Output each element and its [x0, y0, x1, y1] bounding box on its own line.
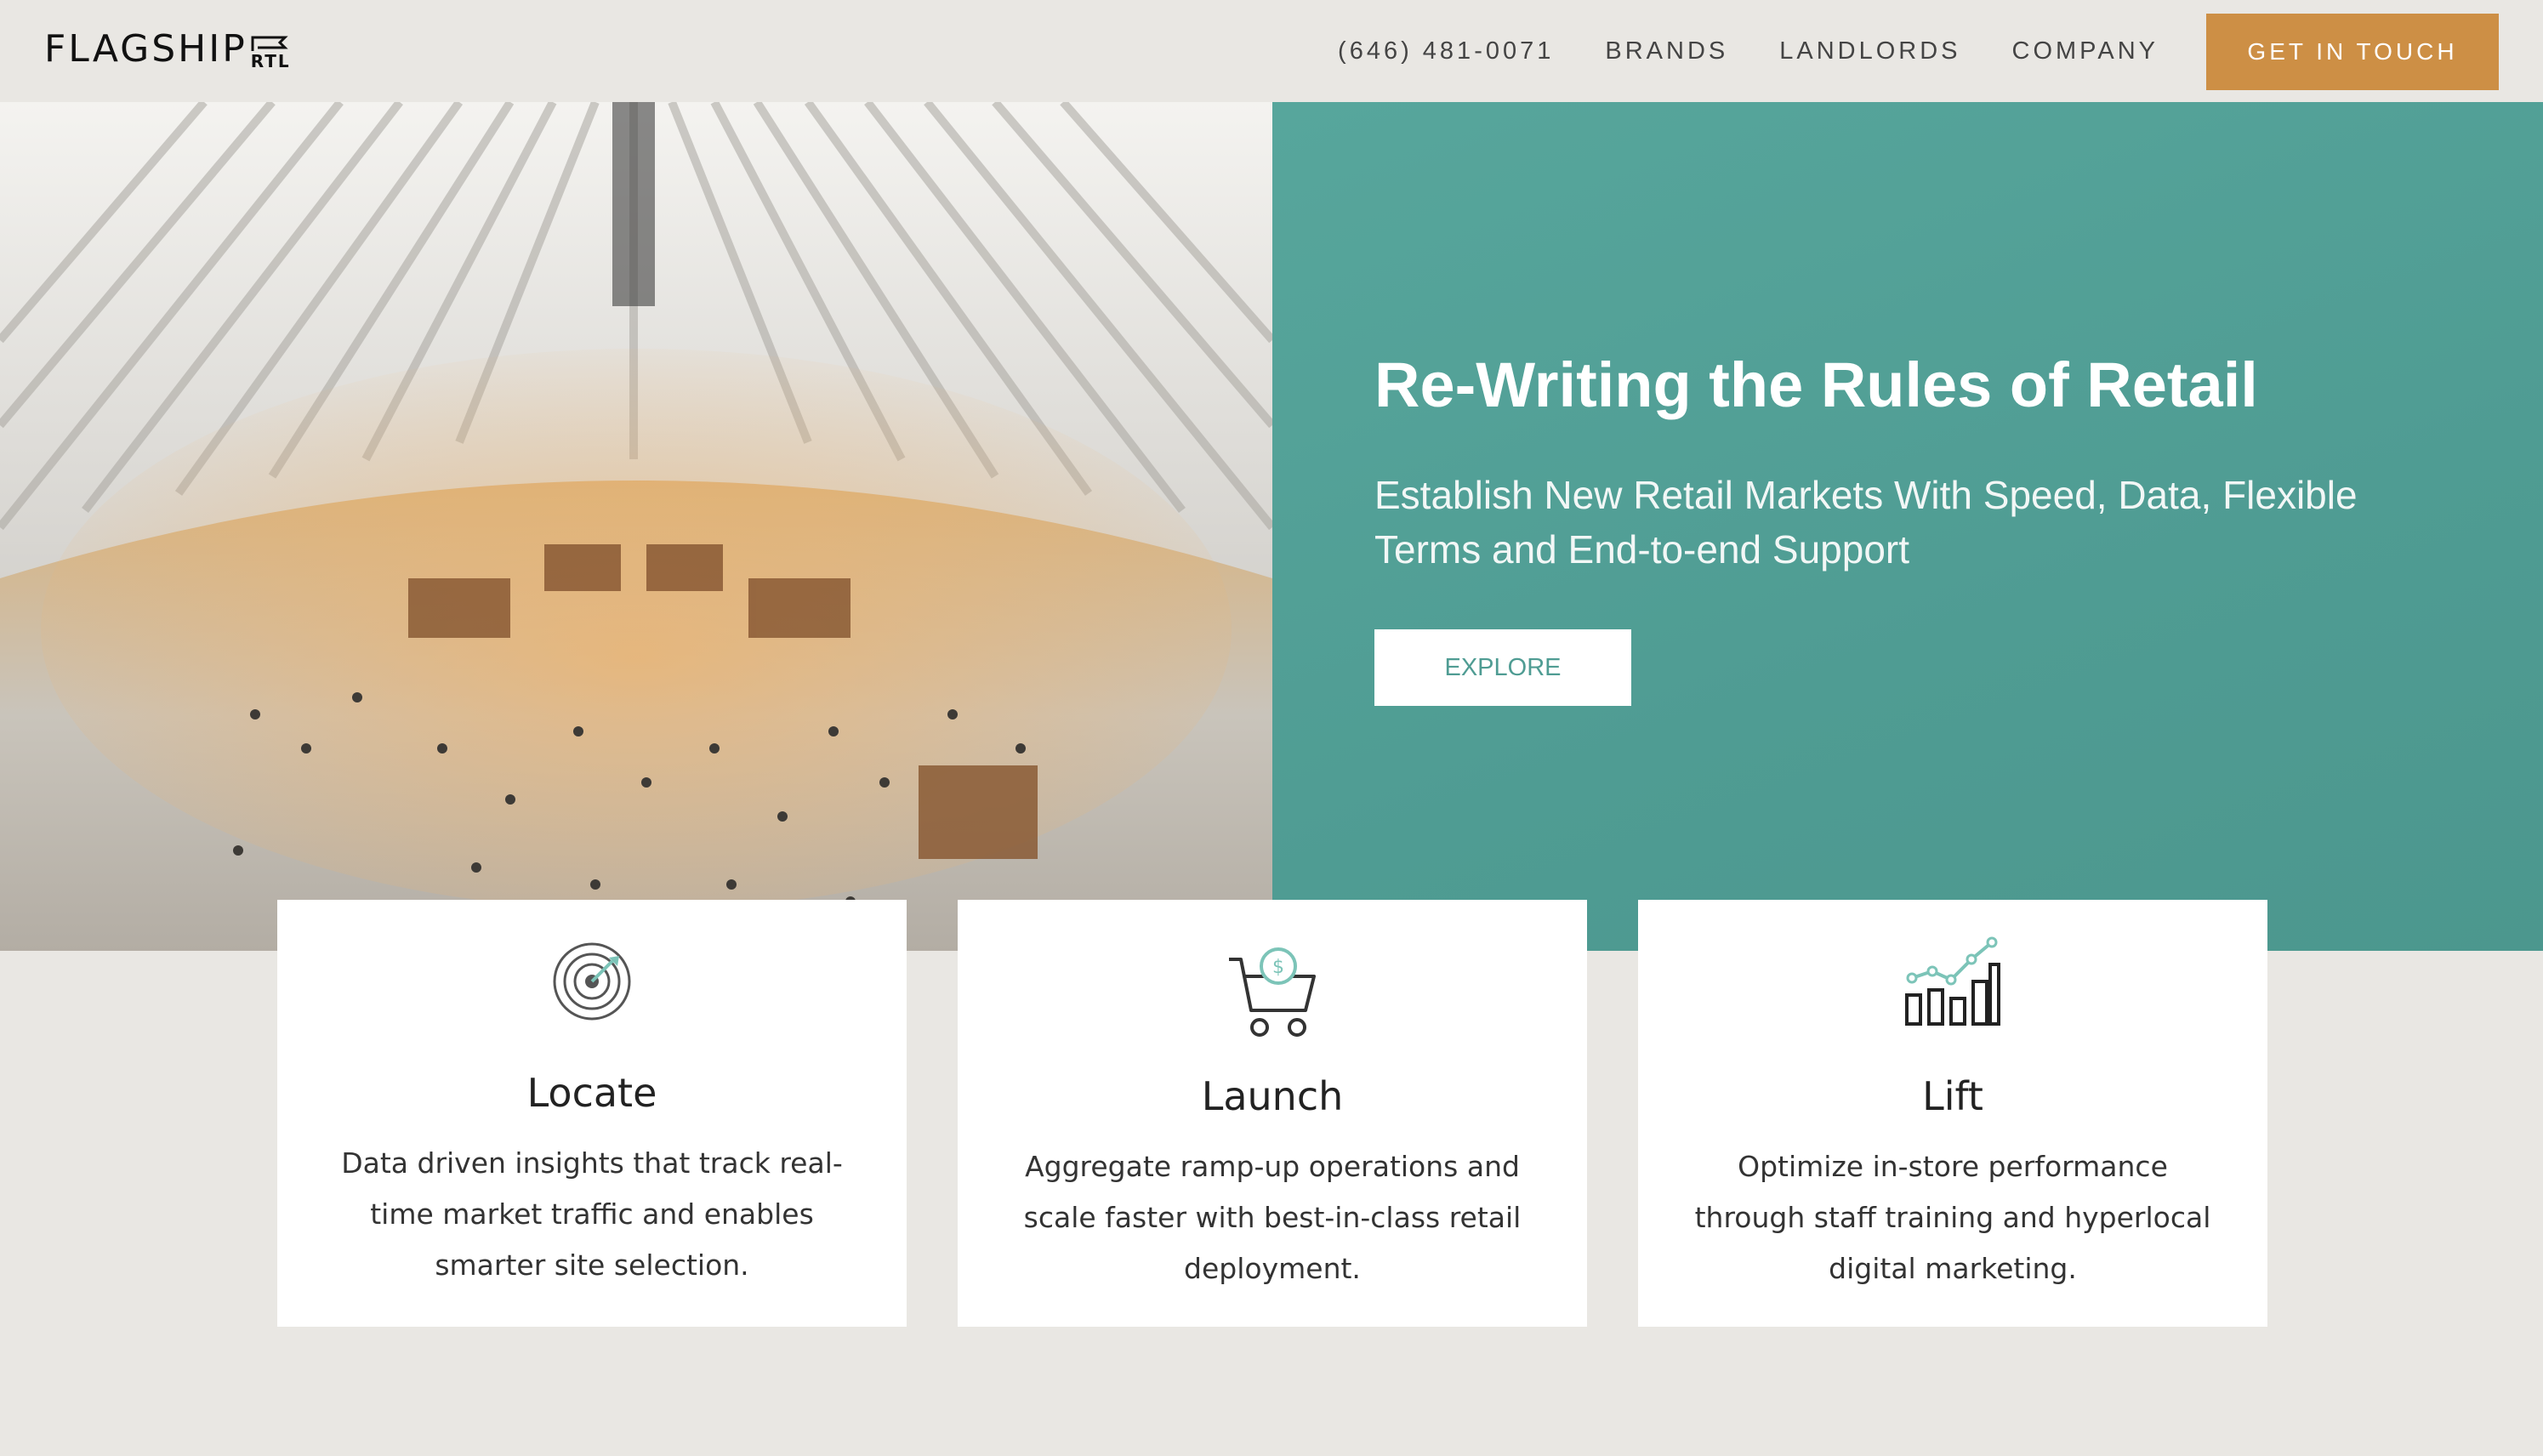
nav-brands-link[interactable]: BRANDS [1605, 37, 1728, 65]
logo[interactable]: FLAGSHIP RTL [44, 24, 291, 75]
nav-company-link[interactable]: COMPANY [2012, 37, 2159, 65]
hero-panel: Re-Writing the Rules of Retail Establish… [1272, 102, 2543, 951]
card-text: Aggregate ramp-up operations and scale f… [1023, 1150, 1522, 1285]
card-title: Lift [1922, 1073, 1983, 1119]
logo-text: FLAGSHIP [44, 27, 247, 71]
mall-interior-photo [0, 102, 1272, 951]
hero-subtitle: Establish New Retail Markets With Speed,… [1374, 473, 2358, 572]
flag-icon [251, 36, 288, 51]
nav-phone-link[interactable]: (646) 481-0071 [1338, 37, 1554, 65]
get-in-touch-button[interactable]: GET IN TOUCH [2206, 14, 2499, 90]
card-text: Optimize in-store performance through st… [1694, 1150, 2211, 1285]
card-title: Locate [526, 1070, 657, 1116]
feature-card-launch: $ Launch Aggregate ramp-up operations an… [958, 900, 1587, 1327]
nav-landlords-link[interactable]: LANDLORDS [1779, 37, 1960, 65]
hero-image [0, 102, 1272, 951]
card-text: Data driven insights that track real-tim… [341, 1146, 843, 1282]
feature-card-locate: Locate Data driven insights that track r… [277, 900, 907, 1327]
svg-text:$: $ [1272, 957, 1284, 978]
shopping-cart-icon: $ [1229, 947, 1316, 1037]
target-icon [553, 942, 631, 1021]
card-title: Launch [1201, 1073, 1344, 1119]
logo-mark: RTL [251, 34, 291, 70]
growth-chart-icon [1905, 936, 2000, 1026]
site-header: FLAGSHIP RTL (646) 481-0071 BRANDS LANDL… [0, 0, 2543, 102]
logo-sub: RTL [250, 51, 291, 71]
hero-title: Re-Writing the Rules of Retail [1374, 350, 2258, 420]
explore-button[interactable]: EXPLORE [1374, 629, 1631, 706]
feature-card-lift: Lift Optimize in-store performance throu… [1638, 900, 2267, 1327]
main-nav: (646) 481-0071 BRANDS LANDLORDS COMPANY [1338, 0, 2159, 102]
